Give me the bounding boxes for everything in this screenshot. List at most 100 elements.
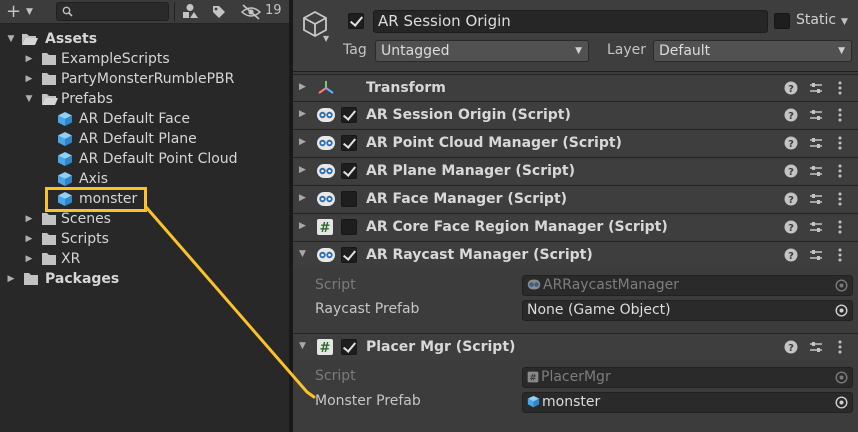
tree-item-xr[interactable]: ▶ XR [0, 249, 289, 269]
chevron-right-icon[interactable]: ▶ [5, 269, 17, 289]
object-picker-icon[interactable] [835, 279, 848, 292]
layer-dropdown[interactable]: Default ▼ [653, 40, 852, 62]
kebab-menu-icon[interactable] [837, 163, 843, 179]
toggle-hidden-packages-button[interactable] [240, 2, 262, 22]
chevron-right-icon[interactable]: ▶ [299, 82, 306, 92]
component-enabled-checkbox[interactable] [341, 191, 357, 207]
script-field[interactable]: # PlacerMgr [522, 367, 853, 388]
kebab-menu-icon[interactable] [837, 135, 843, 151]
help-icon[interactable]: ? [784, 248, 798, 262]
tree-item-ar-default-point-cloud[interactable]: AR Default Point Cloud [0, 149, 289, 169]
tree-item-ar-default-plane[interactable]: AR Default Plane [0, 129, 289, 149]
layer-label: Layer [607, 42, 647, 58]
help-icon[interactable]: ? [784, 108, 798, 122]
search-by-label-button[interactable] [211, 2, 227, 22]
tree-item-assets[interactable]: ▼ Assets [0, 29, 289, 49]
kebab-menu-icon[interactable] [837, 107, 843, 123]
help-icon[interactable]: ? [784, 220, 798, 234]
chevron-down-icon[interactable]: ▼ [23, 89, 35, 109]
component-enabled-checkbox[interactable] [341, 107, 357, 123]
help-icon[interactable]: ? [784, 340, 798, 354]
raycast-prefab-field[interactable]: None (Game Object) [522, 300, 853, 321]
static-checkbox[interactable] [774, 13, 790, 29]
chevron-right-icon[interactable]: ▶ [23, 229, 35, 249]
component-ar-point-cloud-manager[interactable]: ▶ AR Point Cloud Manager (Script) ? [293, 129, 858, 156]
tree-item-ar-default-face[interactable]: AR Default Face [0, 109, 289, 129]
component-transform[interactable]: ▶ Transform ? [293, 74, 858, 101]
tree-item-packages[interactable]: ▶ Packages [0, 269, 289, 289]
component-ar-session-origin[interactable]: ▶ AR Session Origin (Script) ? [293, 101, 858, 128]
help-icon[interactable]: ? [784, 136, 798, 150]
chevron-right-icon[interactable]: ▶ [299, 165, 306, 175]
preset-sliders-icon[interactable] [809, 220, 823, 234]
preset-sliders-icon[interactable] [809, 192, 823, 206]
script-field[interactable]: ARRaycastManager [522, 275, 853, 296]
preset-sliders-icon[interactable] [809, 164, 823, 178]
component-ar-plane-manager[interactable]: ▶ AR Plane Manager (Script) ? [293, 157, 858, 184]
svg-text:?: ? [788, 111, 794, 122]
tree-item-scenes[interactable]: ▶ Scenes [0, 209, 289, 229]
chevron-right-icon[interactable]: ▶ [23, 209, 35, 229]
chevron-right-icon[interactable]: ▶ [299, 137, 306, 147]
tree-item-scripts[interactable]: ▶ Scripts [0, 229, 289, 249]
project-search-input[interactable] [56, 2, 169, 21]
preset-sliders-icon[interactable] [809, 136, 823, 150]
chevron-right-icon[interactable]: ▶ [23, 69, 35, 89]
preset-sliders-icon[interactable] [809, 248, 823, 262]
chevron-right-icon[interactable]: ▶ [299, 109, 306, 119]
chevron-down-icon[interactable]: ▼ [5, 29, 17, 49]
object-picker-icon[interactable] [835, 371, 848, 384]
component-enabled-checkbox[interactable] [341, 247, 357, 263]
kebab-menu-icon[interactable] [837, 191, 843, 207]
caret-down-icon[interactable]: ▼ [323, 34, 329, 43]
folder-open-icon [42, 94, 58, 105]
chevron-right-icon[interactable]: ▶ [299, 193, 306, 203]
chevron-down-icon[interactable]: ▼ [299, 341, 306, 351]
hidden-packages-count: 19 [265, 3, 282, 18]
component-ar-raycast-manager[interactable]: ▼ AR Raycast Manager (Script) ? [293, 241, 858, 268]
tag-dropdown[interactable]: Untagged ▼ [375, 40, 589, 62]
component-enabled-checkbox[interactable] [341, 339, 357, 355]
tree-item-monster[interactable]: monster [0, 189, 289, 209]
ar-foundation-icon [527, 279, 541, 290]
chevron-right-icon[interactable]: ▶ [23, 249, 35, 269]
search-by-type-button[interactable] [181, 2, 199, 22]
chevron-right-icon[interactable]: ▶ [23, 49, 35, 69]
svg-text:#: # [320, 341, 331, 356]
static-dropdown-caret-icon[interactable]: ▼ [841, 17, 848, 27]
object-picker-icon[interactable] [835, 304, 848, 317]
object-name-field[interactable]: AR Session Origin [373, 10, 768, 33]
component-enabled-checkbox[interactable] [341, 163, 357, 179]
kebab-menu-icon[interactable] [837, 247, 843, 263]
tree-item-examplescripts[interactable]: ▶ ExampleScripts [0, 49, 289, 69]
component-enabled-checkbox[interactable] [341, 219, 357, 235]
tree-item-prefabs[interactable]: ▼ Prefabs [0, 89, 289, 109]
chevron-down-icon[interactable]: ▼ [299, 249, 306, 259]
tree-item-axis[interactable]: Axis [0, 169, 289, 189]
create-dropdown-button[interactable]: + ▼ [6, 1, 38, 22]
component-placer-mgr[interactable]: ▼ # Placer Mgr (Script) ? [293, 333, 858, 360]
component-enabled-checkbox[interactable] [341, 135, 357, 151]
help-icon[interactable]: ? [784, 192, 798, 206]
help-icon[interactable]: ? [784, 81, 798, 95]
kebab-menu-icon[interactable] [837, 80, 843, 96]
chevron-right-icon[interactable]: ▶ [299, 221, 306, 231]
component-title: Transform [366, 80, 446, 96]
component-ar-face-manager[interactable]: ▶ AR Face Manager (Script) ? [293, 185, 858, 212]
preset-sliders-icon[interactable] [809, 340, 823, 354]
active-checkbox[interactable] [348, 13, 364, 29]
kebab-menu-icon[interactable] [837, 339, 843, 355]
svg-text:?: ? [788, 195, 794, 206]
component-arcore-face-region-manager[interactable]: ▶ # AR Core Face Region Manager (Script)… [293, 213, 858, 240]
prefab-cube-icon [58, 192, 72, 206]
object-picker-icon[interactable] [835, 396, 848, 409]
folder-icon [42, 53, 56, 65]
svg-text:#: # [529, 373, 536, 383]
monster-prefab-field[interactable]: monster [522, 392, 853, 413]
kebab-menu-icon[interactable] [837, 219, 843, 235]
svg-text:#: # [320, 221, 331, 236]
preset-sliders-icon[interactable] [809, 108, 823, 122]
help-icon[interactable]: ? [784, 164, 798, 178]
tree-item-partymonster[interactable]: ▶ PartyMonsterRumblePBR [0, 69, 289, 89]
preset-sliders-icon[interactable] [809, 81, 823, 95]
